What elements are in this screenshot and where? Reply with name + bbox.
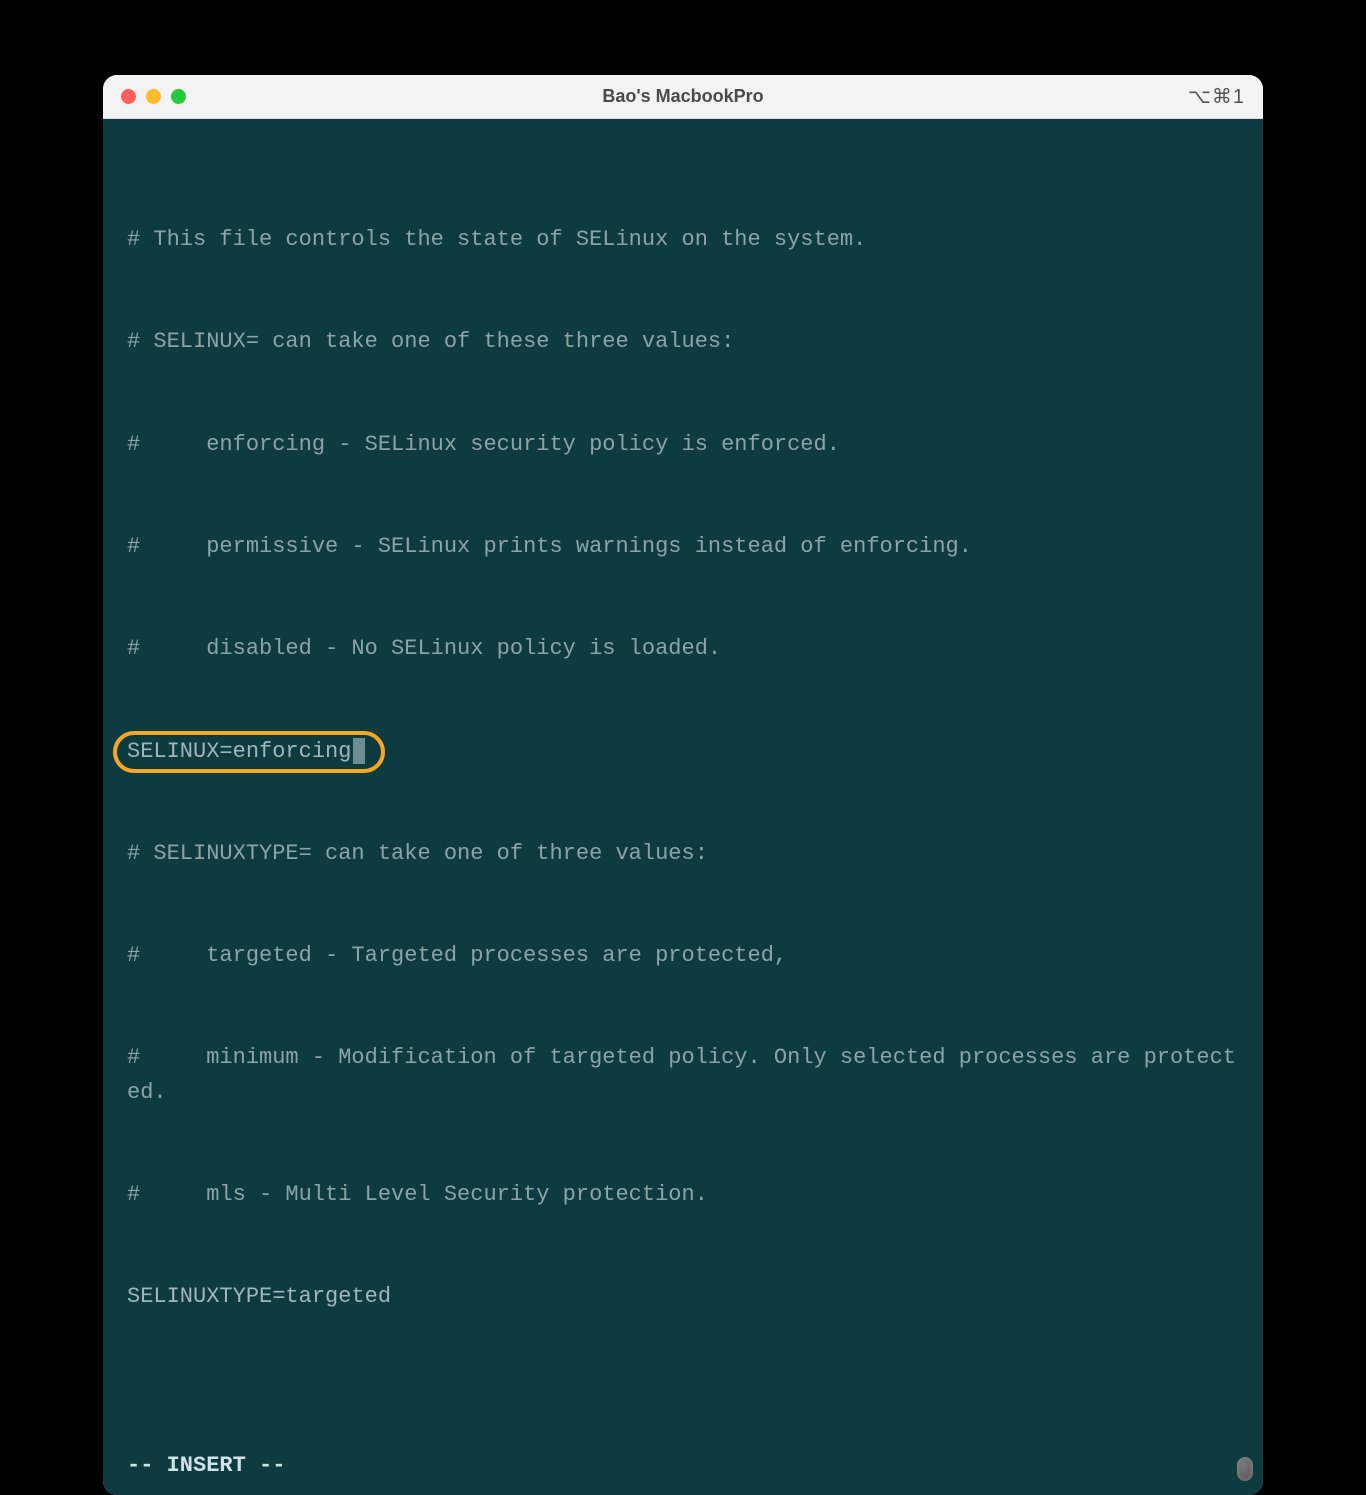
titlebar[interactable]: Bao's MacbookPro ⌥⌘1 <box>103 75 1263 119</box>
terminal-body[interactable]: # This file controls the state of SELinu… <box>103 119 1263 1495</box>
editor-line: # permissive - SELinux prints warnings i… <box>127 530 1239 564</box>
scrollbar-thumb[interactable] <box>1237 1457 1253 1481</box>
minimize-button[interactable] <box>146 89 161 104</box>
traffic-lights <box>121 89 186 104</box>
editor-line: # SELINUX= can take one of these three v… <box>127 325 1239 359</box>
close-button[interactable] <box>121 89 136 104</box>
window-title: Bao's MacbookPro <box>103 86 1263 107</box>
editor-line: # disabled - No SELinux policy is loaded… <box>127 632 1239 666</box>
terminal-window: Bao's MacbookPro ⌥⌘1 # This file control… <box>103 75 1263 1495</box>
editor-line: SELINUXTYPE=targeted <box>127 1280 1239 1314</box>
editor-line: # This file controls the state of SELinu… <box>127 223 1239 257</box>
editor-line: # SELINUXTYPE= can take one of three val… <box>127 837 1239 871</box>
selinux-setting: SELINUX=enforcing <box>127 739 351 764</box>
editor-line: # enforcing - SELinux security policy is… <box>127 428 1239 462</box>
vim-mode-indicator: -- INSERT -- <box>127 1449 285 1483</box>
editor-line: # minimum - Modification of targeted pol… <box>127 1041 1239 1109</box>
maximize-button[interactable] <box>171 89 186 104</box>
editor-line: # targeted - Targeted processes are prot… <box>127 939 1239 973</box>
shortcut-label: ⌥⌘1 <box>1188 84 1245 109</box>
editor-line: # mls - Multi Level Security protection. <box>127 1178 1239 1212</box>
editor-line-highlighted: SELINUX=enforcing <box>127 735 1239 769</box>
cursor-icon <box>353 738 365 764</box>
